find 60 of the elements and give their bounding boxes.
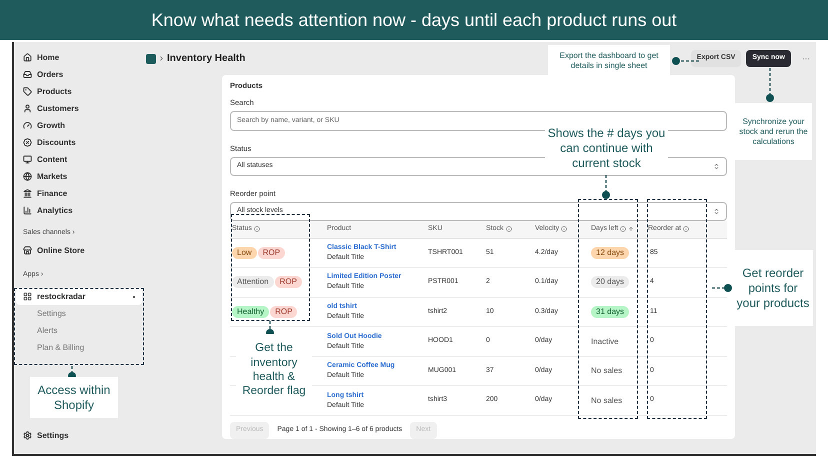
sidebar-item[interactable]: Growth	[16, 117, 146, 134]
leader-line	[766, 68, 774, 102]
status-badge: ROP	[270, 306, 298, 318]
badge-icon	[23, 138, 32, 147]
status-text: Inactive	[591, 336, 619, 348]
info-icon	[683, 226, 690, 232]
status-badge: Attention	[232, 276, 274, 288]
house-icon	[23, 53, 32, 62]
sidebar-item[interactable]: Analytics	[16, 202, 146, 219]
person-icon	[23, 104, 32, 113]
status-badge: Low	[232, 246, 257, 259]
bar-chart-icon	[23, 206, 32, 215]
status-badge: ROP	[274, 276, 302, 288]
bank-icon	[23, 189, 32, 198]
sidebar-item[interactable]: Finance	[16, 185, 146, 202]
sidebar-subitem[interactable]: Settings	[16, 305, 146, 322]
sidebar-item[interactable]: Orders	[16, 66, 146, 83]
sort-arrow-icon	[628, 226, 634, 232]
status-badge: 31 days	[591, 306, 630, 318]
sidebar-item[interactable]: Markets	[16, 168, 146, 185]
info-icon	[254, 226, 260, 232]
app-logo-icon	[146, 54, 156, 64]
app-icon	[23, 292, 32, 301]
sidebar-item[interactable]: Online Store	[16, 242, 146, 259]
info-icon	[620, 226, 626, 232]
sidebar-item[interactable]: Discounts	[16, 134, 146, 151]
callout-text: Export the dashboard to get details in single sheet	[548, 45, 670, 77]
callout-text: Get reorder points for your products	[733, 250, 813, 326]
sidebar-item[interactable]: Home	[16, 49, 146, 66]
gauge-icon	[23, 121, 32, 130]
sidebar-item[interactable]: Customers	[16, 100, 146, 117]
sidebar-item[interactable]: Settings	[16, 427, 146, 444]
info-icon	[561, 226, 568, 232]
info-icon	[506, 226, 512, 232]
inbox-icon	[23, 70, 32, 79]
globe-icon	[23, 172, 32, 181]
chevron-updown-icon	[713, 162, 720, 170]
status-text: No sales	[591, 365, 622, 378]
status-badge: Healthy	[232, 306, 270, 318]
chevron-updown-icon	[713, 208, 720, 215]
callout-text: Access within Shopify	[30, 377, 118, 418]
status-badge: ROP	[258, 246, 286, 259]
sidebar-item[interactable]: Content	[16, 151, 146, 168]
monitor-icon	[23, 155, 32, 164]
page-title: Inventory Health	[167, 52, 246, 66]
sidebar-item[interactable]: restockradar	[16, 288, 142, 305]
banner: Know what needs attention now - days until each product runs out	[0, 0, 828, 40]
status-badge: 20 days	[591, 276, 630, 288]
status-badge: 12 days	[591, 246, 630, 259]
sidebar-subitem[interactable]: Plan & Billing	[16, 339, 146, 356]
sidebar-item[interactable]: Products	[16, 83, 146, 100]
sidebar-subitem[interactable]: Alerts	[16, 322, 146, 339]
tag-icon	[23, 87, 32, 96]
callout-text: Synchronize your stock and rerun the calculations	[735, 103, 812, 160]
store-icon	[23, 246, 32, 255]
status-text: No sales	[591, 394, 622, 407]
chevron-icon	[158, 55, 165, 62]
leader-line	[602, 175, 610, 199]
settings-icon	[23, 431, 32, 440]
more-button[interactable]: ···	[802, 52, 810, 64]
